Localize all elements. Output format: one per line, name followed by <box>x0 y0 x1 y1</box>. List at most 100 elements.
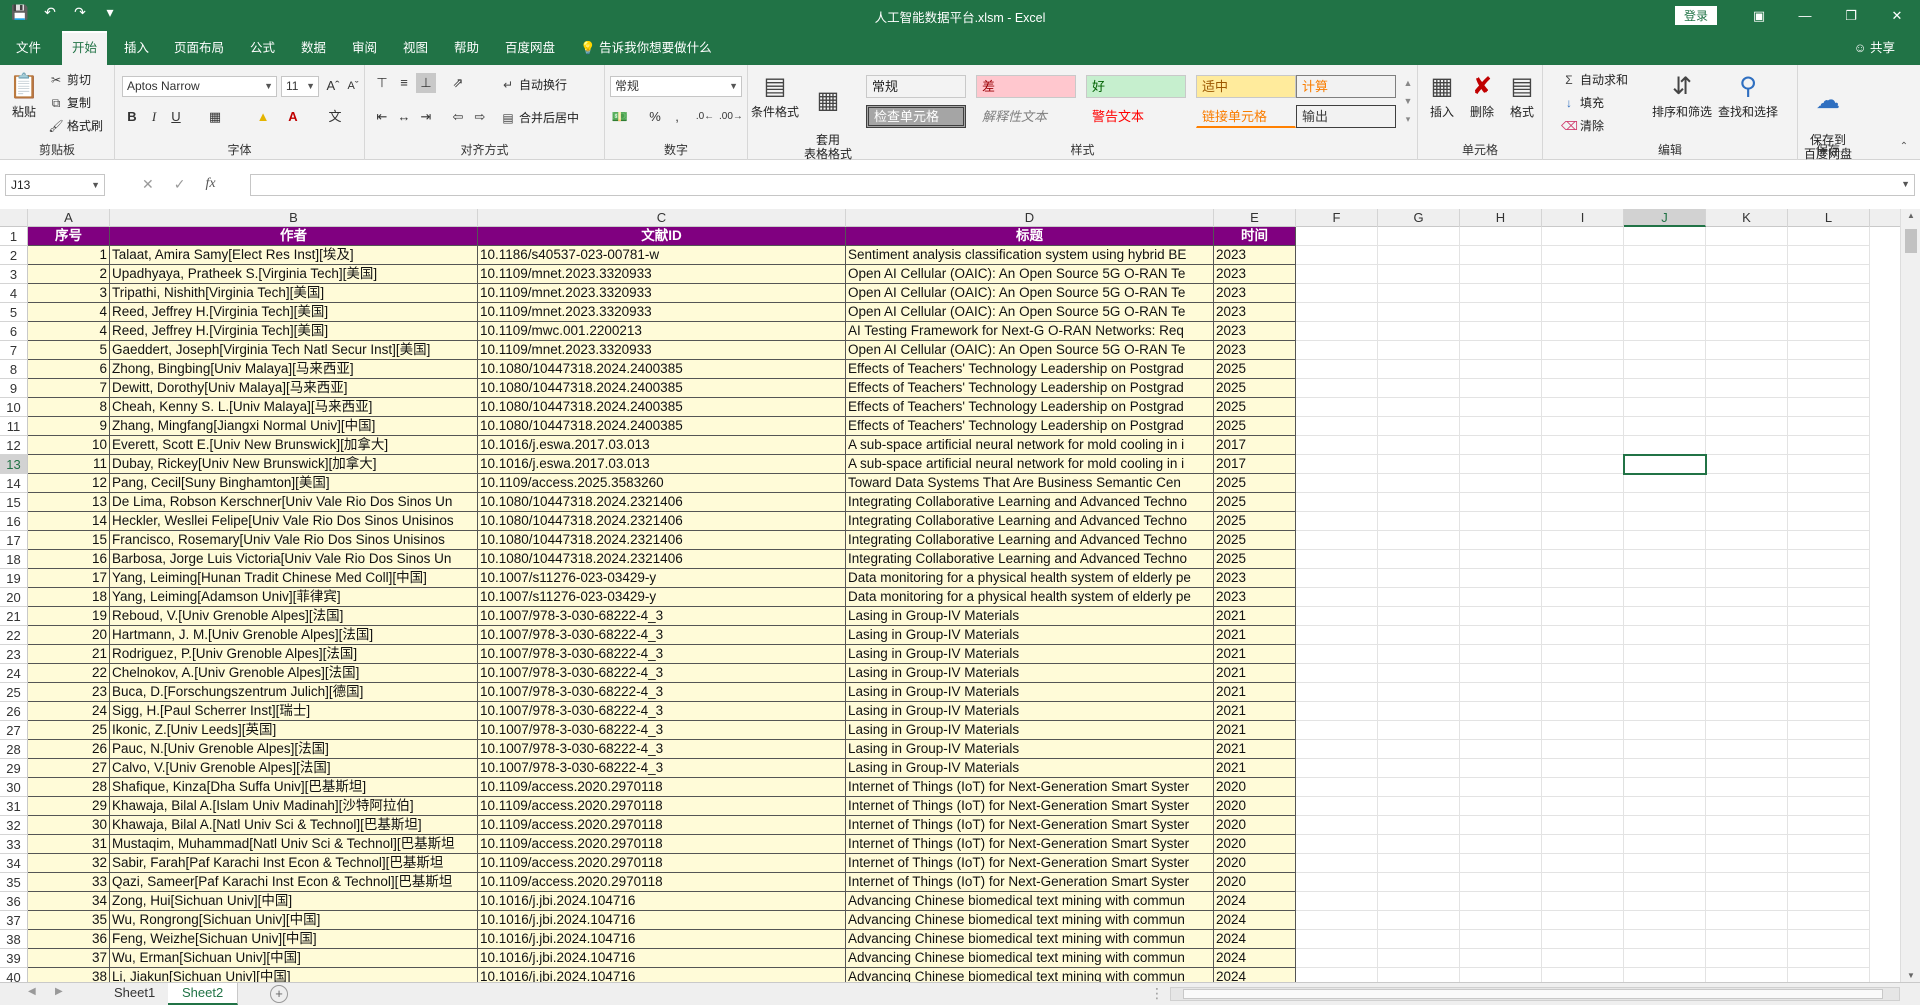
cell-f30[interactable] <box>1296 778 1378 797</box>
cell-f11[interactable] <box>1296 417 1378 436</box>
row-header[interactable]: 36 <box>0 892 28 911</box>
cell-f10[interactable] <box>1296 398 1378 417</box>
format-cells-button[interactable]: ▤ 格式 <box>1504 71 1540 119</box>
cell-d25[interactable]: Lasing in Group-IV Materials <box>846 683 1214 702</box>
cell-f36[interactable] <box>1296 892 1378 911</box>
cell-b6[interactable]: Reed, Jeffrey H.[Virginia Tech][美国] <box>110 322 478 341</box>
cell-a40[interactable]: 38 <box>28 968 110 982</box>
cell-a12[interactable]: 10 <box>28 436 110 455</box>
cell-j21[interactable] <box>1624 607 1706 626</box>
cell-b22[interactable]: Hartmann, J. M.[Univ Grenoble Alpes][法国] <box>110 626 478 645</box>
font-size-select[interactable]: 11 ▼ <box>281 76 319 97</box>
row-header[interactable]: 16 <box>0 512 28 531</box>
cell-b12[interactable]: Everett, Scott E.[Univ New Brunswick][加拿… <box>110 436 478 455</box>
row-header[interactable]: 5 <box>0 303 28 322</box>
cell-e37[interactable]: 2024 <box>1214 911 1296 930</box>
cell-g27[interactable] <box>1378 721 1460 740</box>
cell-a39[interactable]: 37 <box>28 949 110 968</box>
cell-l5[interactable] <box>1788 303 1870 322</box>
style-normal[interactable]: 常规 <box>866 75 966 98</box>
cell-l35[interactable] <box>1788 873 1870 892</box>
column-header-h[interactable]: H <box>1460 209 1542 227</box>
bold-icon[interactable]: B <box>122 107 142 127</box>
cell-k13[interactable] <box>1706 455 1788 474</box>
align-middle-icon[interactable]: ≡ <box>394 73 414 93</box>
cell-j16[interactable] <box>1624 512 1706 531</box>
cell-k26[interactable] <box>1706 702 1788 721</box>
cell-c39[interactable]: 10.1016/j.jbi.2024.104716 <box>478 949 846 968</box>
row-header[interactable]: 26 <box>0 702 28 721</box>
name-box[interactable]: J13 ▼ <box>5 174 105 196</box>
cell-l17[interactable] <box>1788 531 1870 550</box>
cell-l25[interactable] <box>1788 683 1870 702</box>
cell-e30[interactable]: 2020 <box>1214 778 1296 797</box>
cell-c23[interactable]: 10.1007/978-3-030-68222-4_3 <box>478 645 846 664</box>
cell-l32[interactable] <box>1788 816 1870 835</box>
cell-d37[interactable]: Advancing Chinese biomedical text mining… <box>846 911 1214 930</box>
cell-l27[interactable] <box>1788 721 1870 740</box>
increase-decimal-icon[interactable]: .0← <box>695 107 715 127</box>
cell-b26[interactable]: Sigg, H.[Paul Scherrer Inst][瑞士] <box>110 702 478 721</box>
cell-b14[interactable]: Pang, Cecil[Suny Binghamton][美国] <box>110 474 478 493</box>
cell-a2[interactable]: 1 <box>28 246 110 265</box>
cell-h29[interactable] <box>1460 759 1542 778</box>
cell-e15[interactable]: 2025 <box>1214 493 1296 512</box>
cell-b1[interactable]: 作者 <box>110 227 478 246</box>
cell-h18[interactable] <box>1460 550 1542 569</box>
cell-f3[interactable] <box>1296 265 1378 284</box>
cell-h4[interactable] <box>1460 284 1542 303</box>
cell-e34[interactable]: 2020 <box>1214 854 1296 873</box>
cell-j33[interactable] <box>1624 835 1706 854</box>
cell-f32[interactable] <box>1296 816 1378 835</box>
cell-g13[interactable] <box>1378 455 1460 474</box>
cell-e40[interactable]: 2024 <box>1214 968 1296 982</box>
cell-a7[interactable]: 5 <box>28 341 110 360</box>
cell-c28[interactable]: 10.1007/978-3-030-68222-4_3 <box>478 740 846 759</box>
cell-k35[interactable] <box>1706 873 1788 892</box>
cell-k1[interactable] <box>1706 227 1788 246</box>
cell-a17[interactable]: 15 <box>28 531 110 550</box>
cell-l33[interactable] <box>1788 835 1870 854</box>
cell-l11[interactable] <box>1788 417 1870 436</box>
cell-a6[interactable]: 4 <box>28 322 110 341</box>
cell-f6[interactable] <box>1296 322 1378 341</box>
cell-i28[interactable] <box>1542 740 1624 759</box>
cell-g28[interactable] <box>1378 740 1460 759</box>
tab-home[interactable]: 开始 <box>62 31 108 65</box>
cell-e33[interactable]: 2020 <box>1214 835 1296 854</box>
cell-k28[interactable] <box>1706 740 1788 759</box>
font-color-icon[interactable]: A <box>283 107 303 127</box>
cell-g23[interactable] <box>1378 645 1460 664</box>
cell-f13[interactable] <box>1296 455 1378 474</box>
cell-d28[interactable]: Lasing in Group-IV Materials <box>846 740 1214 759</box>
cell-f7[interactable] <box>1296 341 1378 360</box>
cell-c25[interactable]: 10.1007/978-3-030-68222-4_3 <box>478 683 846 702</box>
sort-filter-button[interactable]: ⇵ 排序和筛选 <box>1649 71 1715 119</box>
cell-g36[interactable] <box>1378 892 1460 911</box>
cell-e8[interactable]: 2025 <box>1214 360 1296 379</box>
cell-d38[interactable]: Advancing Chinese biomedical text mining… <box>846 930 1214 949</box>
cell-h22[interactable] <box>1460 626 1542 645</box>
cell-j27[interactable] <box>1624 721 1706 740</box>
cell-e11[interactable]: 2025 <box>1214 417 1296 436</box>
cell-j40[interactable] <box>1624 968 1706 982</box>
sheet-tab-sheet1[interactable]: Sheet1 <box>100 983 171 1005</box>
underline-icon[interactable]: U <box>166 107 186 127</box>
row-header[interactable]: 39 <box>0 949 28 968</box>
align-center-icon[interactable]: ↔ <box>394 107 414 127</box>
style-explanatory[interactable]: 解释性文本 <box>976 105 1076 128</box>
cell-k27[interactable] <box>1706 721 1788 740</box>
cell-b35[interactable]: Qazi, Sameer[Paf Karachi Inst Econ & Tec… <box>110 873 478 892</box>
cell-g20[interactable] <box>1378 588 1460 607</box>
cell-g31[interactable] <box>1378 797 1460 816</box>
row-header[interactable]: 15 <box>0 493 28 512</box>
row-header[interactable]: 25 <box>0 683 28 702</box>
cell-a19[interactable]: 17 <box>28 569 110 588</box>
cell-a5[interactable]: 4 <box>28 303 110 322</box>
cell-j22[interactable] <box>1624 626 1706 645</box>
cell-j18[interactable] <box>1624 550 1706 569</box>
cell-l37[interactable] <box>1788 911 1870 930</box>
cell-l23[interactable] <box>1788 645 1870 664</box>
cell-l15[interactable] <box>1788 493 1870 512</box>
cell-e19[interactable]: 2023 <box>1214 569 1296 588</box>
